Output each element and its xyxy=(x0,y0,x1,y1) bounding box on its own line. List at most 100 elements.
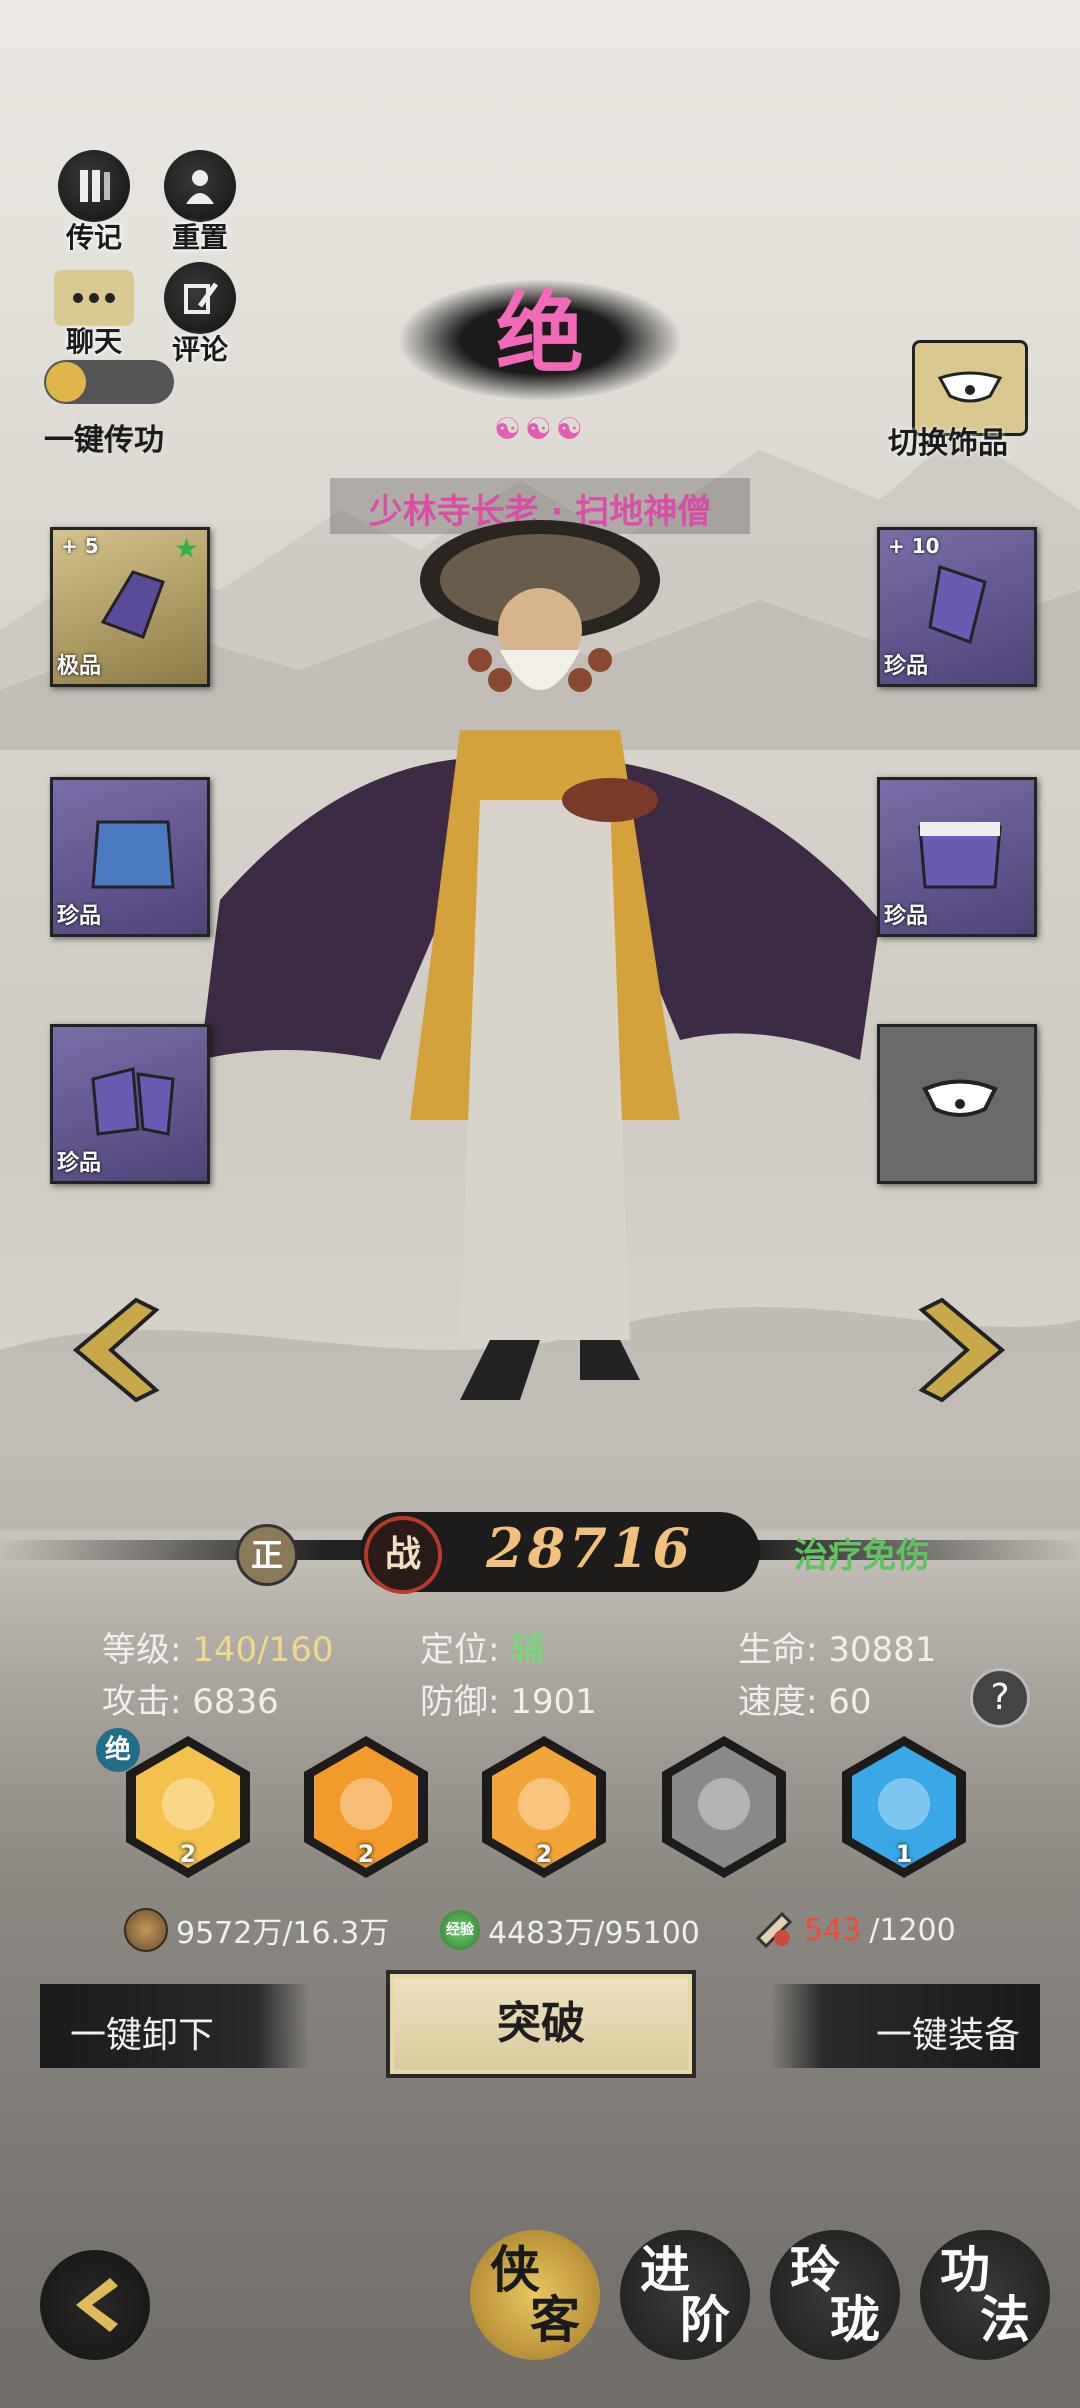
bio-label: 传记 xyxy=(65,221,122,254)
bio-button[interactable]: 传记 xyxy=(44,150,144,256)
back-arrow-icon xyxy=(76,2278,118,2332)
equip-slot-left-3[interactable]: 珍品 xyxy=(50,1024,210,1184)
stat-label: 生命: xyxy=(738,1630,829,1670)
stat-value: 60 xyxy=(828,1682,872,1722)
slot-rank: 极品 xyxy=(57,654,102,679)
transfer-label: 一键传功 xyxy=(44,423,164,458)
coins-value: 9572万/16.3万 xyxy=(176,1916,390,1951)
skill-grade-badge: 绝 xyxy=(96,1728,140,1772)
skill-level: 2 xyxy=(357,1840,375,1868)
tab-hero[interactable]: 侠客 xyxy=(470,2230,600,2360)
help-button[interactable]: ? xyxy=(970,1668,1030,1728)
equip-slot-right-1[interactable]: + 10 珍品 xyxy=(877,527,1037,687)
battle-icon: 战 xyxy=(364,1516,442,1594)
locked-skill-icon xyxy=(662,1736,786,1878)
accessory-slot-icon xyxy=(922,1079,998,1117)
bracer-icon xyxy=(928,565,987,644)
reset-label: 重置 xyxy=(171,221,228,254)
skill-level: 2 xyxy=(179,1840,197,1868)
toggle-knob xyxy=(46,362,86,402)
tab-ornament-char2: 珑 xyxy=(830,2291,880,2349)
stat-value: 140/160 xyxy=(192,1630,334,1670)
unequip-all-button[interactable]: 一键卸下 xyxy=(40,1984,310,2068)
skill-slot-2[interactable]: 2 xyxy=(298,1732,434,1882)
comment-button[interactable]: 评论 xyxy=(150,262,250,368)
tab-ornament[interactable]: 玲珑 xyxy=(770,2230,900,2360)
slot-rank: 珍品 xyxy=(57,1151,102,1176)
exp-resource: 经验 4483万/95100 xyxy=(440,1908,700,1952)
tab-hero-label: 侠客 xyxy=(490,2245,580,2345)
grade-badge: 绝 xyxy=(495,282,584,385)
stat-label: 速度: xyxy=(738,1682,829,1722)
item-total: /1200 xyxy=(869,1912,956,1948)
slot-rank: 珍品 xyxy=(57,904,102,929)
tab-skills[interactable]: 功法 xyxy=(920,2230,1050,2360)
stat-level: 等级: 140/160 xyxy=(102,1622,334,1671)
skill-slot-3[interactable]: 2 xyxy=(476,1732,612,1882)
coins-resource: 9572万/16.3万 xyxy=(124,1908,389,1952)
equip-slot-right-2[interactable]: 珍品 xyxy=(877,777,1037,937)
tab-advance[interactable]: 进阶 xyxy=(620,2230,750,2360)
prev-hero-arrow-icon[interactable] xyxy=(66,1290,166,1410)
skill-slot-5[interactable]: 1 xyxy=(836,1732,972,1882)
tab-ornament-label: 玲珑 xyxy=(790,2245,880,2345)
skill-level: 1 xyxy=(895,1840,913,1868)
scroll-item-icon xyxy=(755,1911,793,1949)
coin-icon xyxy=(124,1908,168,1952)
equip-all-button[interactable]: 一键装备 xyxy=(770,1984,1040,2068)
alignment-badge: 正 xyxy=(236,1524,298,1586)
tab-skills-char2: 法 xyxy=(980,2291,1030,2349)
chat-label: 聊天 xyxy=(65,325,122,358)
transfer-toggle[interactable] xyxy=(44,360,174,404)
item-resource: 543/1200 xyxy=(752,1908,956,1952)
robe-icon xyxy=(91,820,175,889)
boots-icon xyxy=(91,1067,175,1136)
reset-button[interactable]: 重置 xyxy=(150,150,250,256)
hero-portrait xyxy=(200,520,880,1400)
gauntlet-icon xyxy=(100,570,165,639)
unequip-all-label: 一键卸下 xyxy=(70,2015,215,2056)
equip-slot-right-3[interactable] xyxy=(877,1024,1037,1184)
tab-skills-label: 功法 xyxy=(940,2245,1030,2345)
breakthrough-label: 突破 xyxy=(497,1998,585,2049)
exp-value: 4483万/95100 xyxy=(488,1916,700,1951)
back-button[interactable] xyxy=(40,2250,150,2360)
stat-value: 30881 xyxy=(828,1630,937,1670)
stat-label: 攻击: xyxy=(102,1682,193,1722)
tab-advance-char2: 阶 xyxy=(680,2291,730,2349)
skill-slot-4[interactable] xyxy=(656,1732,792,1882)
skill-level: 2 xyxy=(535,1840,553,1868)
stat-hp: 生命: 30881 xyxy=(738,1622,936,1671)
grade-stars: ☯☯☯ xyxy=(494,412,587,447)
next-hero-arrow-icon[interactable] xyxy=(912,1290,1012,1410)
power-value: 28716 xyxy=(486,1516,694,1580)
equip-slot-left-2[interactable]: 珍品 xyxy=(50,777,210,937)
stat-attack: 攻击: 6836 xyxy=(102,1674,279,1723)
tab-hero-char2: 客 xyxy=(530,2291,580,2349)
slot-rank: 珍品 xyxy=(884,904,929,929)
item-current: 543 xyxy=(804,1912,862,1948)
pendant-icon xyxy=(937,371,1003,403)
comment-label: 评论 xyxy=(171,333,228,366)
switch-accessory-label: 切换饰品 xyxy=(888,426,1008,461)
chat-bubble-icon xyxy=(54,270,134,326)
stat-value: 辅 xyxy=(510,1630,545,1670)
exp-icon: 经验 xyxy=(440,1910,480,1950)
chat-button[interactable]: 聊天 xyxy=(44,262,144,360)
slot-rank: 珍品 xyxy=(884,654,929,679)
stat-value: 6836 xyxy=(192,1682,279,1722)
tab-advance-label: 进阶 xyxy=(640,2245,730,2345)
book-icon xyxy=(58,150,130,222)
stat-speed: 速度: 60 xyxy=(738,1674,872,1723)
figure-icon xyxy=(164,150,236,222)
equip-slot-left-1[interactable]: + 5 ★ 极品 xyxy=(50,527,210,687)
breakthrough-button[interactable]: 突破 xyxy=(386,1970,696,2078)
belt-icon xyxy=(918,822,1002,889)
stat-label: 防御: xyxy=(420,1682,511,1722)
role-tag: 治疗免伤 xyxy=(794,1536,930,1576)
stat-value: 1901 xyxy=(510,1682,597,1722)
stat-defense: 防御: 1901 xyxy=(420,1674,597,1723)
stat-label: 等级: xyxy=(102,1630,193,1670)
stat-position: 定位: 辅 xyxy=(420,1622,544,1671)
skill-slot-1[interactable]: 2绝 xyxy=(96,1728,256,1882)
